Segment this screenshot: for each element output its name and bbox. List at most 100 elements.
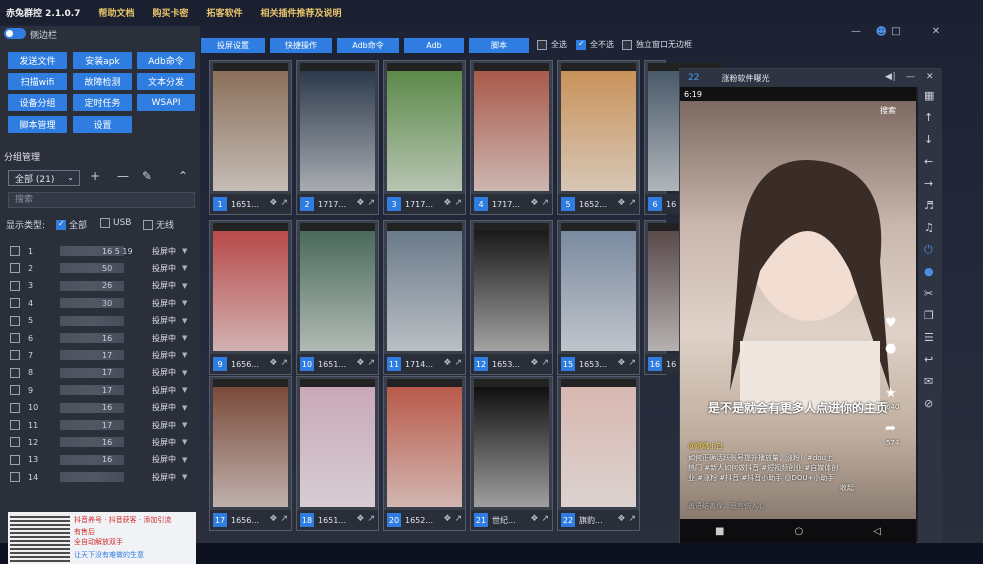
popout-icon[interactable]: ↗	[280, 198, 288, 208]
paw-icon[interactable]: ❖	[356, 198, 364, 208]
paw-icon[interactable]: ❖	[269, 198, 277, 208]
volume-up-icon[interactable]: ♬	[924, 199, 934, 212]
device-search-input[interactable]: 搜索	[8, 192, 195, 208]
paw-icon[interactable]: ❖	[443, 358, 451, 368]
wsapi-button[interactable]: WSAPI	[137, 94, 195, 111]
minimize-icon[interactable]: —	[849, 26, 863, 37]
send-file-button[interactable]: 发送文件	[8, 52, 67, 69]
filter-wifi-checkbox[interactable]	[143, 219, 153, 230]
device-row[interactable]: 12 16 投屏中 ▼	[10, 435, 190, 449]
independent-window-checkbox[interactable]	[622, 39, 632, 50]
popout-icon[interactable]: ↗	[280, 358, 288, 368]
device-row[interactable]: 3 26 投屏中 ▼	[10, 279, 190, 293]
device-tile[interactable]: 22 旗豹... ❖ ↗	[557, 376, 640, 531]
message-icon[interactable]: ✉	[924, 375, 933, 388]
adb-button[interactable]: Adb	[404, 38, 464, 53]
device-screen[interactable]	[561, 223, 636, 351]
device-checkbox[interactable]	[10, 315, 20, 326]
screen-settings-button[interactable]: 投屏设置	[201, 38, 265, 53]
paw-icon[interactable]: ❖	[617, 358, 625, 368]
popout-icon[interactable]: ↗	[367, 198, 375, 208]
device-checkbox[interactable]	[10, 367, 20, 378]
adb-command-button[interactable]: Adb命令	[137, 52, 195, 69]
comment-input[interactable]: 善语结善缘，恶言伤人心	[688, 501, 898, 511]
device-row[interactable]: 14 投屏中 ▼	[10, 470, 190, 484]
paw-icon[interactable]: ❖	[269, 358, 277, 368]
share-icon[interactable]: ➦	[885, 421, 896, 436]
device-screen[interactable]	[474, 223, 549, 351]
filter-usb-checkbox[interactable]	[100, 218, 110, 228]
device-tile[interactable]: 18 1651... ❖ ↗	[296, 376, 379, 531]
device-screen[interactable]	[213, 223, 288, 351]
popout-icon[interactable]: ↗	[454, 358, 462, 368]
device-row[interactable]: 4 30 投屏中 ▼	[10, 296, 190, 310]
select-none-checkbox[interactable]	[576, 39, 586, 50]
paw-icon[interactable]: ❖	[530, 198, 538, 208]
edit-group-icon[interactable]: ✎	[142, 169, 152, 183]
close-phone-icon[interactable]: ✕	[926, 72, 934, 82]
menu-plugins[interactable]: 相关插件推荐及说明	[261, 6, 342, 19]
popout-icon[interactable]: ↗	[541, 514, 549, 524]
install-apk-button[interactable]: 安装apk	[73, 52, 132, 69]
device-checkbox[interactable]	[10, 298, 20, 309]
filter-all[interactable]: 全部	[56, 218, 87, 231]
device-screen[interactable]	[300, 63, 375, 191]
script-manage-button[interactable]: 脚本管理	[8, 116, 67, 133]
home-icon[interactable]: ○	[795, 526, 804, 537]
popout-icon[interactable]: ↗	[454, 514, 462, 524]
popout-icon[interactable]: ↗	[628, 198, 636, 208]
favorite-icon[interactable]: ★	[885, 386, 897, 401]
device-checkbox[interactable]	[10, 420, 20, 430]
phone-screen[interactable]: 搜索 是不是就会有更多人点进你的主页 @跳跳小白 如何正确活跃账号提升播放量，涨…	[680, 101, 916, 519]
arrow-left-icon[interactable]: ←	[924, 155, 933, 168]
device-checkbox[interactable]	[10, 333, 20, 343]
device-tile[interactable]: 15 1653... ❖ ↗	[557, 220, 640, 375]
device-screen[interactable]	[561, 63, 636, 191]
device-tile[interactable]: 17 1656... ❖ ↗	[209, 376, 292, 531]
video-author[interactable]: @跳跳小白	[688, 441, 898, 451]
device-tile[interactable]: 5 1652... ❖ ↗	[557, 60, 640, 215]
popout-icon[interactable]: ↗	[280, 514, 288, 524]
menu-icon[interactable]: ☰	[924, 331, 934, 344]
device-row[interactable]: 1 16 5 19 投屏中 ▼	[10, 244, 190, 258]
popout-icon[interactable]: ↗	[541, 358, 549, 368]
device-checkbox[interactable]	[10, 280, 20, 291]
remove-group-icon[interactable]: —	[117, 169, 129, 183]
device-row[interactable]: 8 17 投屏中 ▼	[10, 366, 190, 380]
device-screen[interactable]	[561, 379, 636, 507]
device-tile[interactable]: 4 1717... ❖ ↗	[470, 60, 553, 215]
popout-icon[interactable]: ↗	[541, 198, 549, 208]
device-checkbox[interactable]	[10, 472, 20, 483]
eye-off-icon[interactable]: ⊘	[924, 397, 933, 410]
device-tile[interactable]: 11 1714... ❖ ↗	[383, 220, 466, 375]
paw-icon[interactable]: ❖	[617, 198, 625, 208]
sidebar-toggle[interactable]	[4, 28, 26, 39]
device-row[interactable]: 11 17 投屏中 ▼	[10, 418, 190, 432]
device-checkbox[interactable]	[10, 385, 20, 396]
popout-icon[interactable]: ↗	[628, 514, 636, 524]
device-row[interactable]: 5 投屏中 ▼	[10, 314, 190, 328]
promo-banner[interactable]: 抖音养号 · 抖音获客 · 添加引流 有售后 全自动解放双手 让天下没有难做的生…	[8, 512, 196, 564]
select-none[interactable]: 全不选	[576, 39, 614, 50]
maximize-icon[interactable]: □	[889, 26, 903, 37]
device-tile[interactable]: 21 世纪... ❖ ↗	[470, 376, 553, 531]
device-tile[interactable]: 6 16	[644, 60, 726, 215]
device-checkbox[interactable]	[10, 437, 20, 448]
collapse-icon[interactable]: ⌃	[178, 169, 188, 183]
device-tile[interactable]: 12 1653... ❖ ↗	[470, 220, 553, 375]
device-screen[interactable]	[300, 223, 375, 351]
comment-icon[interactable]: ●	[885, 341, 896, 356]
select-all[interactable]: 全选	[537, 39, 567, 50]
device-screen[interactable]	[387, 63, 462, 191]
device-row[interactable]: 2 50 投屏中 ▼	[10, 261, 190, 275]
quick-actions-button[interactable]: 快捷操作	[270, 38, 332, 53]
independent-window[interactable]: 独立窗口无边框	[622, 39, 692, 50]
device-checkbox[interactable]	[10, 246, 20, 256]
device-screen[interactable]	[300, 379, 375, 507]
adb-cmd-button[interactable]: Adb命令	[337, 38, 399, 53]
paw-icon[interactable]: ❖	[443, 198, 451, 208]
popout-icon[interactable]: ↗	[628, 358, 636, 368]
scan-wifi-button[interactable]: 扫描wifi	[8, 73, 67, 90]
device-tile[interactable]: 16 16	[644, 220, 726, 375]
paw-icon[interactable]: ❖	[269, 514, 277, 524]
